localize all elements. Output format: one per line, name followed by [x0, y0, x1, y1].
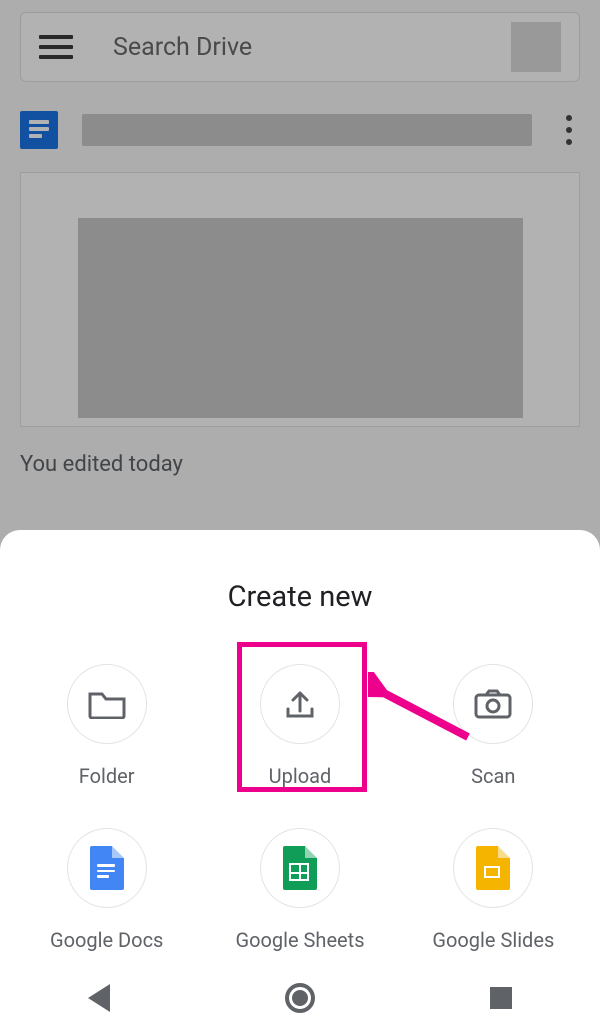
sheet-title: Create new: [0, 580, 600, 614]
create-google-docs-button[interactable]: Google Docs: [10, 828, 203, 952]
google-sheets-icon: [283, 846, 317, 890]
android-nav-bar: [0, 963, 600, 1033]
create-option-label: Google Sheets: [235, 928, 364, 952]
create-option-label: Google Docs: [50, 928, 163, 952]
google-slides-icon: [476, 846, 510, 890]
create-options-grid: Folder Upload Scan Google Docs Google Sh…: [0, 664, 600, 952]
nav-back-button[interactable]: [88, 984, 110, 1012]
google-docs-icon: [90, 846, 124, 890]
camera-icon: [474, 689, 512, 719]
create-option-label: Upload: [269, 764, 332, 788]
nav-recent-button[interactable]: [490, 987, 512, 1009]
create-upload-button[interactable]: Upload: [203, 664, 396, 788]
create-google-slides-button[interactable]: Google Slides: [397, 828, 590, 952]
create-option-label: Google Slides: [432, 928, 554, 952]
nav-home-button[interactable]: [285, 983, 315, 1013]
create-folder-button[interactable]: Folder: [10, 664, 203, 788]
create-scan-button[interactable]: Scan: [397, 664, 590, 788]
create-option-label: Folder: [79, 764, 135, 788]
create-new-sheet: Create new Folder Upload Scan Google Doc…: [0, 530, 600, 1033]
create-google-sheets-button[interactable]: Google Sheets: [203, 828, 396, 952]
folder-icon: [88, 689, 126, 719]
create-option-label: Scan: [471, 764, 515, 788]
upload-icon: [283, 687, 317, 721]
